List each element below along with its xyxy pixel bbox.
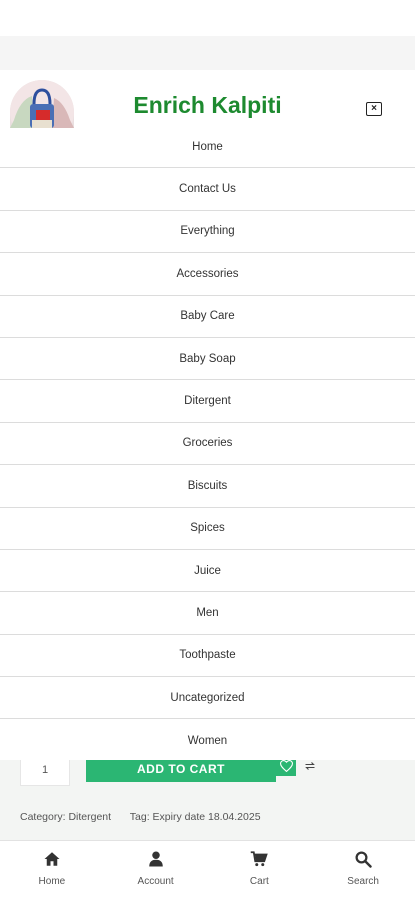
nav-cart[interactable]: Cart xyxy=(208,841,312,901)
nav-search-label: Search xyxy=(347,876,379,887)
nav-home[interactable]: Home xyxy=(0,841,104,901)
nav-home-label: Home xyxy=(38,876,66,887)
category-link[interactable]: Category: Ditergent xyxy=(20,811,111,823)
nav-search[interactable]: Search xyxy=(311,841,415,901)
product-meta: Category: Ditergent Tag: Expiry date 18.… xyxy=(20,811,277,823)
menu-item-baby-care[interactable]: Baby Care xyxy=(0,296,415,338)
menu-item-uncategorized[interactable]: Uncategorized xyxy=(0,677,415,720)
close-icon: × xyxy=(371,103,377,114)
cart-icon xyxy=(251,851,269,867)
menu-item-toothpaste[interactable]: Toothpaste xyxy=(0,635,415,678)
menu-item-spices[interactable]: Spices xyxy=(0,508,415,550)
menu-item-groceries[interactable]: Groceries xyxy=(0,423,415,466)
mobile-menu-list: Home Contact Us Everything Accessories B… xyxy=(0,126,415,762)
menu-item-women[interactable]: Women xyxy=(0,719,415,761)
menu-item-accessories[interactable]: Accessories xyxy=(0,253,415,296)
header-band xyxy=(0,36,415,70)
home-icon xyxy=(44,852,60,866)
search-icon xyxy=(355,851,372,868)
close-menu-button[interactable]: × xyxy=(366,102,382,116)
menu-item-everything[interactable]: Everything xyxy=(0,211,415,254)
bottom-navigation: Home Account Cart Search xyxy=(0,840,415,901)
nav-account-label: Account xyxy=(137,876,174,887)
nav-cart-label: Cart xyxy=(249,876,269,887)
tag-link[interactable]: Tag: Expiry date 18.04.2025 xyxy=(130,811,261,823)
menu-item-juice[interactable]: Juice xyxy=(0,550,415,593)
menu-item-baby-soap[interactable]: Baby Soap xyxy=(0,338,415,381)
nav-account[interactable]: Account xyxy=(104,841,208,901)
menu-item-biscuits[interactable]: Biscuits xyxy=(0,465,415,508)
menu-item-home[interactable]: Home xyxy=(0,126,415,169)
status-area xyxy=(0,0,415,36)
menu-item-ditergent[interactable]: Ditergent xyxy=(0,380,415,423)
site-title[interactable]: Enrich Kalpiti xyxy=(0,92,415,119)
user-icon xyxy=(148,851,163,867)
menu-item-contact-us[interactable]: Contact Us xyxy=(0,168,415,211)
menu-item-men[interactable]: Men xyxy=(0,592,415,635)
